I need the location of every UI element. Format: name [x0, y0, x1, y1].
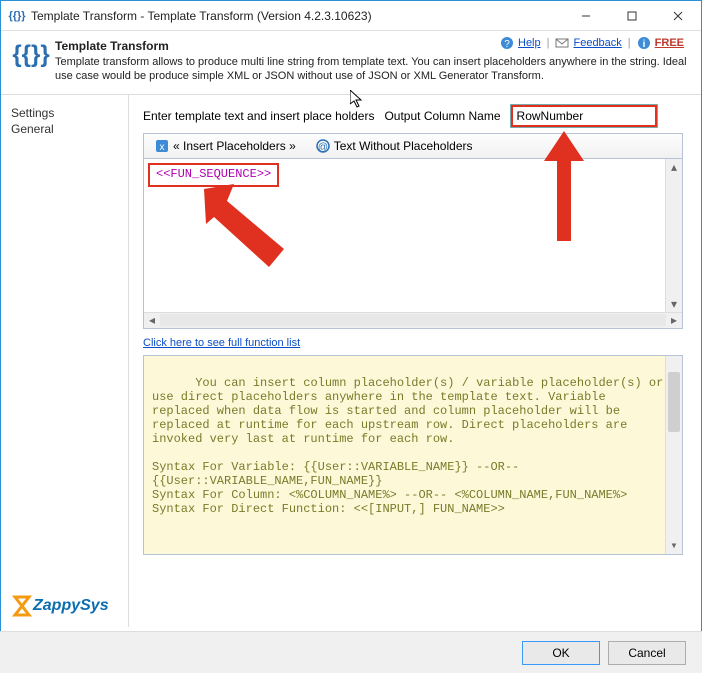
- maximize-button[interactable]: [609, 1, 655, 31]
- output-column-label: Output Column Name: [384, 109, 500, 123]
- editor-vscrollbar[interactable]: ▴ ▾: [665, 159, 682, 312]
- main-area: Settings General ZappySys Enter template…: [1, 94, 701, 627]
- text-without-placeholders-button[interactable]: @ Text Without Placeholders: [309, 136, 480, 156]
- titlebar: {{}} Template Transform - Template Trans…: [1, 1, 701, 31]
- editor-toolbar: x « Insert Placeholders » @ Text Without…: [143, 133, 683, 159]
- cancel-button[interactable]: Cancel: [608, 641, 686, 665]
- info-vscrollbar[interactable]: ▴ ▾: [665, 356, 682, 554]
- svg-text:i: i: [642, 39, 645, 50]
- feedback-link[interactable]: Feedback: [573, 37, 621, 49]
- zappysys-logo: ZappySys: [11, 595, 118, 617]
- feedback-icon: [555, 36, 569, 50]
- scroll-down-icon[interactable]: ▾: [666, 296, 682, 312]
- syntax-info-text: You can insert column placeholder(s) / v…: [152, 376, 671, 516]
- minimize-button[interactable]: [563, 1, 609, 31]
- sidebar-item-settings[interactable]: Settings: [11, 105, 118, 121]
- info-icon: i: [637, 36, 651, 50]
- scroll-up-icon[interactable]: ▴: [666, 159, 682, 175]
- template-editor[interactable]: <<FUN_SEQUENCE>> ▴ ▾ ◂ ▸: [143, 159, 683, 329]
- scroll-thumb[interactable]: [668, 372, 680, 432]
- sidebar: Settings General ZappySys: [1, 95, 129, 627]
- scroll-down-icon[interactable]: ▾: [666, 538, 682, 554]
- footer: OK Cancel: [0, 631, 702, 673]
- placeholder-token: <<FUN_SEQUENCE>>: [148, 163, 279, 187]
- close-button[interactable]: [655, 1, 701, 31]
- help-icon: ?: [500, 36, 514, 50]
- insert-icon: x: [155, 139, 169, 153]
- syntax-info-box: You can insert column placeholder(s) / v…: [143, 355, 683, 555]
- window-title: Template Transform - Template Transform …: [31, 9, 563, 23]
- app-icon: {{}}: [9, 8, 25, 24]
- full-function-list-link[interactable]: Click here to see full function list: [143, 337, 300, 349]
- content-pane: Enter template text and insert place hol…: [129, 95, 701, 627]
- header-subtitle: Template transform allows to produce mul…: [55, 55, 687, 84]
- help-links: ? Help | Feedback | i FREE: [500, 36, 684, 50]
- text-without-placeholders-label: Text Without Placeholders: [334, 139, 473, 153]
- scroll-left-icon[interactable]: ◂: [144, 313, 160, 327]
- svg-text:x: x: [160, 142, 165, 153]
- at-icon: @: [316, 139, 330, 153]
- enter-template-label: Enter template text and insert place hol…: [143, 109, 374, 123]
- output-column-input[interactable]: [511, 105, 657, 127]
- scroll-right-icon[interactable]: ▸: [666, 313, 682, 327]
- insert-placeholders-button[interactable]: x « Insert Placeholders »: [148, 136, 303, 156]
- insert-placeholders-label: « Insert Placeholders »: [173, 139, 296, 153]
- free-link[interactable]: FREE: [655, 37, 684, 49]
- help-link[interactable]: Help: [518, 37, 541, 49]
- transform-icon: {{}}: [15, 39, 47, 71]
- svg-text:@: @: [318, 142, 328, 153]
- ok-button[interactable]: OK: [522, 641, 600, 665]
- editor-hscrollbar[interactable]: ◂ ▸: [144, 312, 682, 328]
- svg-text:?: ?: [504, 39, 510, 50]
- sidebar-item-general[interactable]: General: [11, 121, 118, 137]
